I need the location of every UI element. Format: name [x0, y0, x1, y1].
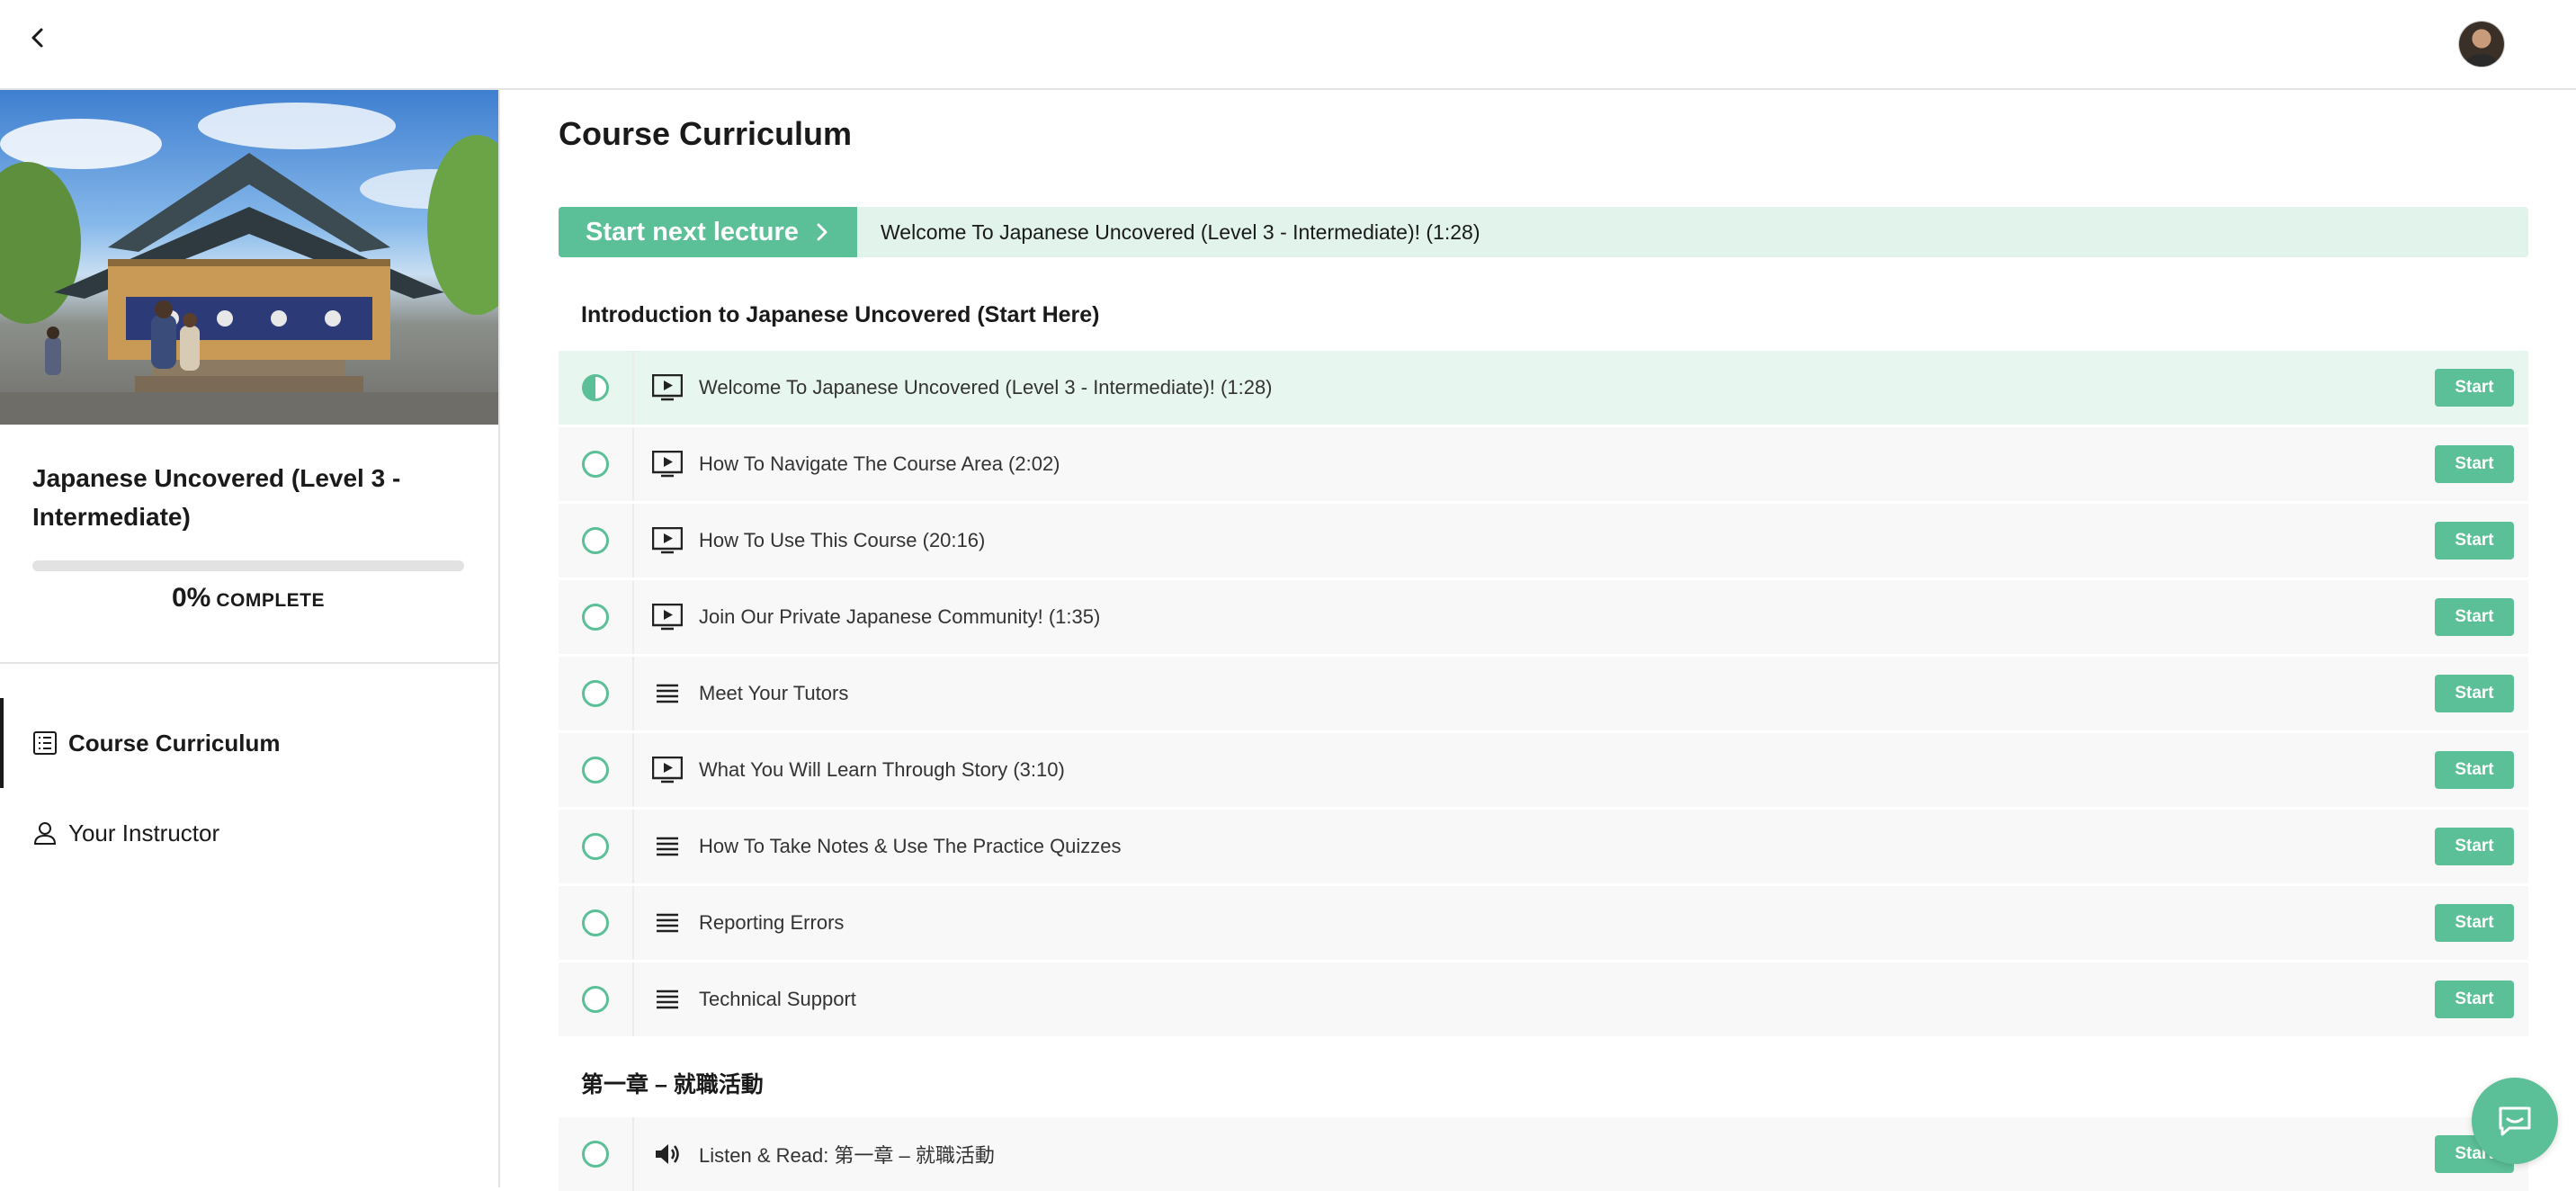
- main-content: Course Curriculum Start next lecture Wel…: [500, 90, 2576, 1191]
- section-title: 第一章 – 就職活動: [581, 1072, 764, 1097]
- lecture-row[interactable]: Listen & Read: 第一章 – 就職活動 Start: [559, 1117, 2528, 1191]
- user-avatar[interactable]: [2459, 22, 2504, 67]
- back-button[interactable]: [20, 20, 56, 56]
- progress-complete-text: COMPLETE: [216, 590, 326, 611]
- start-next-lecture-label: Start next lecture: [586, 217, 799, 246]
- status-not-started-icon: [582, 909, 609, 936]
- lecture-row[interactable]: How To Use This Course (20:16) Start: [559, 504, 2528, 578]
- start-button[interactable]: Start: [2435, 904, 2514, 942]
- text-lines-icon: [650, 906, 684, 940]
- chevron-right-icon: [815, 222, 829, 242]
- page-title: Course Curriculum: [559, 115, 853, 152]
- audio-speaker-icon: [650, 1137, 684, 1171]
- start-next-lecture-button[interactable]: Start next lecture: [559, 207, 857, 257]
- start-button[interactable]: Start: [2435, 445, 2514, 483]
- lecture-row[interactable]: Welcome To Japanese Uncovered (Level 3 -…: [559, 351, 2528, 425]
- sidebar-item-label: Course Curriculum: [68, 729, 281, 757]
- section-title: Introduction to Japanese Uncovered (Star…: [581, 302, 1100, 327]
- start-button[interactable]: Start: [2435, 598, 2514, 636]
- lecture-title: Welcome To Japanese Uncovered (Level 3 -…: [699, 376, 1273, 398]
- chat-button[interactable]: [2472, 1078, 2558, 1164]
- top-bar: [0, 0, 2576, 90]
- lecture-title: How To Use This Course (20:16): [699, 529, 986, 551]
- sidebar-item-label: Your Instructor: [68, 819, 220, 846]
- status-not-started-icon: [582, 680, 609, 707]
- video-icon: [650, 447, 684, 481]
- lecture-title: How To Navigate The Course Area (2:02): [699, 452, 1060, 475]
- person-icon: [32, 819, 59, 846]
- start-button[interactable]: Start: [2435, 751, 2514, 789]
- text-lines-icon: [650, 676, 684, 711]
- status-not-started-icon: [582, 757, 609, 784]
- video-icon: [650, 371, 684, 405]
- sidebar: Japanese Uncovered (Level 3 - Intermedia…: [0, 90, 500, 1187]
- lecture-title: Meet Your Tutors: [699, 682, 849, 704]
- chat-bubble-icon: [2499, 1106, 2531, 1136]
- text-lines-icon: [650, 829, 684, 864]
- progress-percent: 0%: [171, 583, 211, 613]
- next-lecture-bar: Start next lecture Welcome To Japanese U…: [559, 207, 2528, 257]
- temple-illustration: [0, 103, 498, 425]
- video-icon: [650, 753, 684, 787]
- lecture-row[interactable]: Join Our Private Japanese Community! (1:…: [559, 580, 2528, 654]
- curriculum-icon: [32, 730, 59, 757]
- chevron-left-icon: [31, 28, 43, 48]
- text-lines-icon: [650, 982, 684, 1016]
- start-button[interactable]: Start: [2435, 981, 2514, 1018]
- lecture-title: Technical Support: [699, 988, 856, 1010]
- video-icon: [650, 524, 684, 558]
- start-button[interactable]: Start: [2435, 369, 2514, 407]
- lecture-row[interactable]: Meet Your Tutors Start: [559, 657, 2528, 730]
- status-not-started-icon: [582, 986, 609, 1013]
- status-not-started-icon: [582, 604, 609, 631]
- lecture-title: Reporting Errors: [699, 911, 845, 934]
- lecture-row[interactable]: How To Navigate The Course Area (2:02) S…: [559, 427, 2528, 501]
- start-button[interactable]: Start: [2435, 675, 2514, 712]
- lecture-title: Listen & Read: 第一章 – 就職活動: [699, 1144, 995, 1167]
- video-icon: [650, 600, 684, 634]
- progress-bar: [32, 560, 464, 571]
- status-not-started-icon: [582, 1141, 609, 1168]
- lecture-row[interactable]: Reporting Errors Start: [559, 886, 2528, 960]
- course-title: Japanese Uncovered (Level 3 - Intermedia…: [32, 464, 401, 531]
- status-not-started-icon: [582, 833, 609, 860]
- start-button[interactable]: Start: [2435, 522, 2514, 560]
- status-in-progress-icon: [582, 374, 609, 401]
- lecture-title: Join Our Private Japanese Community! (1:…: [699, 605, 1101, 628]
- sidebar-item-course-curriculum[interactable]: Course Curriculum: [0, 698, 498, 788]
- next-lecture-title[interactable]: Welcome To Japanese Uncovered (Level 3 -…: [881, 207, 1480, 257]
- lecture-title: What You Will Learn Through Story (3:10): [699, 758, 1065, 781]
- course-image: [0, 90, 498, 425]
- status-not-started-icon: [582, 527, 609, 554]
- sidebar-item-your-instructor[interactable]: Your Instructor: [0, 788, 498, 878]
- start-button[interactable]: Start: [2435, 828, 2514, 865]
- lecture-title: How To Take Notes & Use The Practice Qui…: [699, 835, 1122, 857]
- lecture-row[interactable]: How To Take Notes & Use The Practice Qui…: [559, 810, 2528, 883]
- sidebar-divider: [0, 662, 498, 664]
- status-not-started-icon: [582, 451, 609, 478]
- lecture-row[interactable]: Technical Support Start: [559, 963, 2528, 1036]
- lecture-row[interactable]: What You Will Learn Through Story (3:10)…: [559, 733, 2528, 807]
- progress-label: 0% COMPLETE: [32, 583, 464, 613]
